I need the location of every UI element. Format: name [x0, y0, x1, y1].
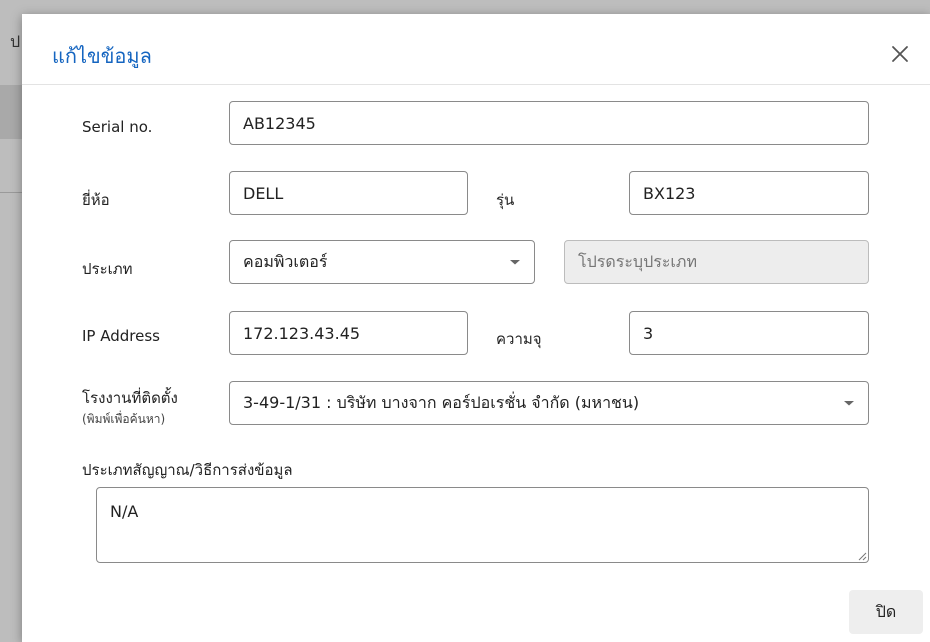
model-value: BX123 [643, 183, 696, 203]
model-label: รุ่น [496, 191, 515, 209]
serial-value: AB12345 [243, 113, 316, 133]
brand-label: ยี่ห้อ [82, 191, 110, 209]
close-icon[interactable] [888, 42, 912, 66]
type-label: ประเภท [82, 260, 133, 278]
brand-value: DELL [243, 183, 284, 203]
chevron-down-icon [510, 260, 520, 265]
ip-value: 172.123.43.45 [243, 323, 361, 343]
brand-input[interactable]: DELL [229, 171, 468, 215]
dialog-title: แก้ไขข้อมูล [52, 44, 152, 68]
type-value: คอมพิวเตอร์ [243, 251, 328, 271]
dialog-header: แก้ไขข้อมูล [22, 14, 930, 85]
serial-label: Serial no. [82, 118, 153, 136]
resize-handle-icon[interactable] [857, 551, 867, 561]
type-other-placeholder: โปรดระบุประเภท [578, 251, 697, 271]
background-text: ป [10, 32, 21, 51]
factory-sublabel: (พิมพ์เพื่อค้นหา) [82, 412, 166, 426]
factory-value: 3-49-1/31 : บริษัท บางจาก คอร์ปอเรชั่น จ… [243, 392, 640, 412]
factory-select[interactable]: 3-49-1/31 : บริษัท บางจาก คอร์ปอเรชั่น จ… [229, 381, 869, 425]
signal-label: ประเภทสัญญาณ/วิธีการส่งข้อมูล [82, 461, 293, 479]
memory-label: ความจุ [496, 330, 542, 348]
edit-dialog: แก้ไขข้อมูล Serial no. AB12345 ยี่ห้อ DE… [22, 14, 930, 642]
factory-label: โรงงานที่ติดตั้ง [82, 389, 178, 407]
type-select[interactable]: คอมพิวเตอร์ [229, 240, 535, 284]
background-divider [0, 192, 24, 193]
signal-value: N/A [110, 502, 139, 521]
memory-value: 3 [643, 323, 654, 343]
ip-label: IP Address [82, 327, 160, 345]
close-button[interactable]: ปิด [849, 590, 923, 634]
memory-input[interactable]: 3 [629, 311, 869, 355]
signal-textarea[interactable]: N/A [96, 487, 869, 563]
serial-input[interactable]: AB12345 [229, 101, 869, 145]
type-other-input: โปรดระบุประเภท [564, 240, 869, 284]
background-table-header [0, 85, 24, 139]
ip-input[interactable]: 172.123.43.45 [229, 311, 468, 355]
model-input[interactable]: BX123 [629, 171, 869, 215]
chevron-down-icon [844, 401, 854, 406]
